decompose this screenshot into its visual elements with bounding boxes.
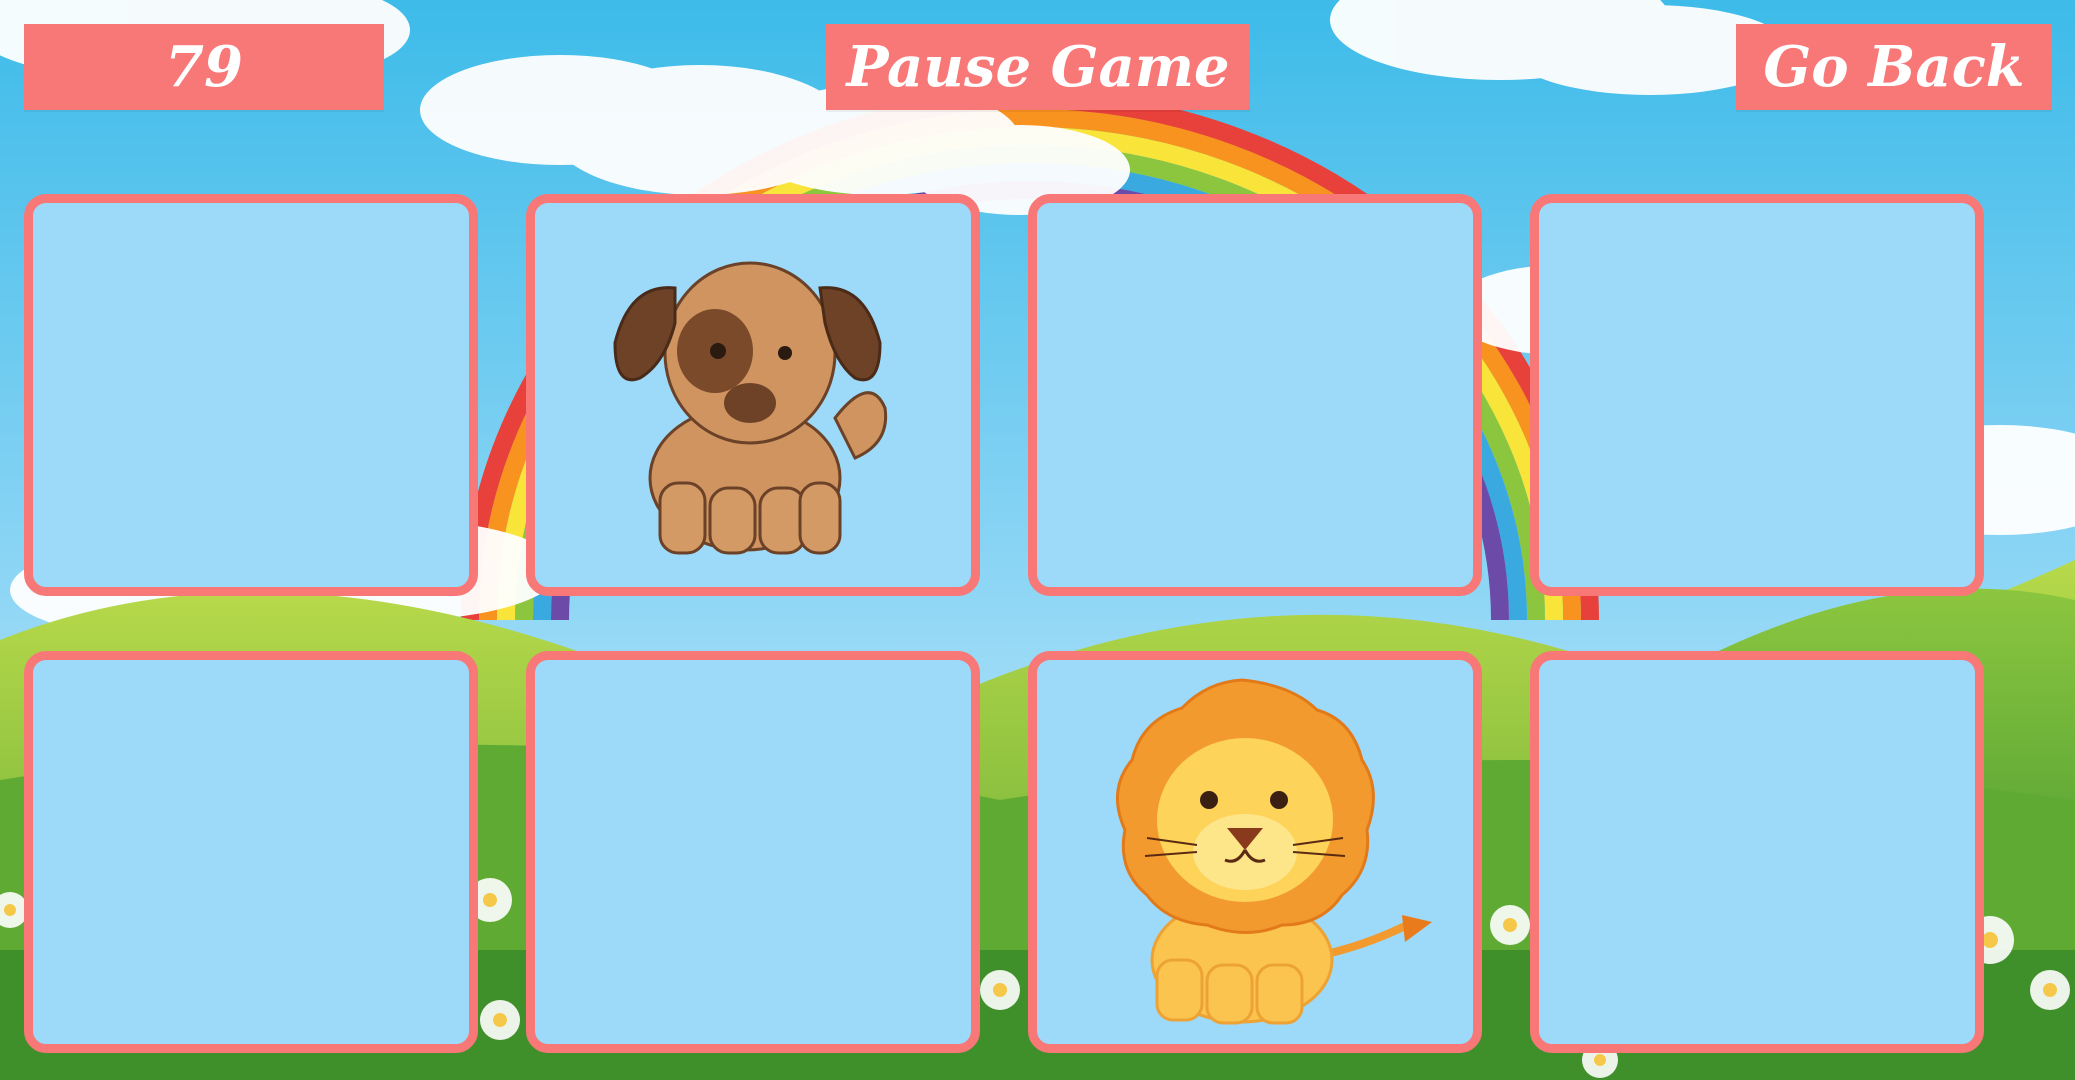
dog-icon — [613, 261, 888, 555]
memory-card-6[interactable] — [526, 651, 980, 1053]
memory-card-5[interactable] — [24, 651, 478, 1053]
pause-game-button[interactable]: Pause Game — [826, 24, 1250, 110]
memory-card-2[interactable] — [526, 194, 980, 596]
memory-card-8[interactable] — [1530, 651, 1984, 1053]
memory-card-3[interactable] — [1028, 194, 1482, 596]
score-display: 79 — [24, 24, 384, 110]
memory-card-7[interactable] — [1028, 651, 1482, 1053]
memory-card-1[interactable] — [24, 194, 478, 596]
lion-icon — [1115, 678, 1432, 1025]
memory-card-4[interactable] — [1530, 194, 1984, 596]
go-back-button[interactable]: Go Back — [1736, 24, 2052, 110]
